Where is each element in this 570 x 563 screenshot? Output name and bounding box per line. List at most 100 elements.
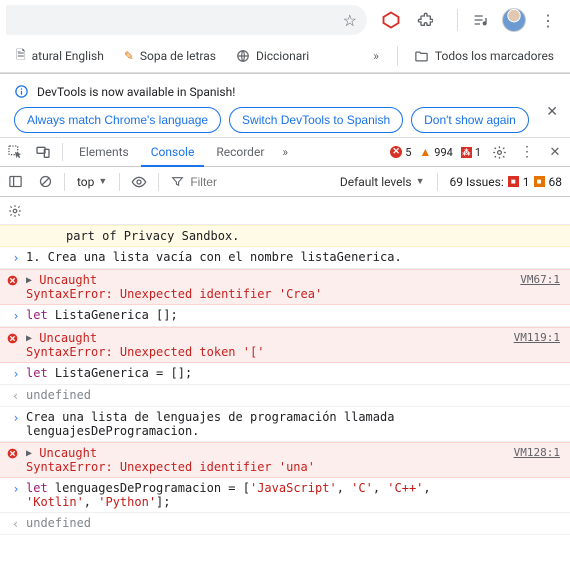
error-icon [6, 446, 26, 460]
error-dot-icon: ✕ [390, 146, 402, 158]
tab-console[interactable]: Console [141, 137, 205, 167]
extension-counter[interactable]: ⁂ 1 [458, 146, 484, 159]
console-row[interactable]: ›let ListaGenerica []; [0, 305, 570, 327]
warning-triangle-icon: ▲ [419, 145, 431, 159]
clear-console-icon[interactable] [32, 169, 58, 195]
filter-icon [171, 175, 184, 188]
separator [457, 9, 458, 31]
source-link[interactable]: VM67:1 [520, 273, 560, 286]
expand-triangle-icon[interactable]: ▶ [26, 448, 32, 459]
more-icon[interactable]: ⋮ [514, 139, 540, 165]
tab-recorder[interactable]: Recorder [206, 137, 274, 167]
input-arrow-icon: › [6, 250, 26, 265]
extension-count: 1 [475, 146, 481, 159]
device-icon[interactable] [30, 139, 56, 165]
error-counter[interactable]: ✕ 5 [387, 146, 414, 159]
live-expression-icon[interactable] [126, 169, 152, 195]
chevron-down-icon: ▼ [416, 176, 425, 187]
issue-red-icon: ■ [508, 176, 519, 187]
star-icon[interactable]: ☆ [343, 11, 357, 30]
console-row[interactable]: part of Privacy Sandbox. [0, 225, 570, 247]
issues-button[interactable]: 69 Issues: ■ 1 ■ 68 [444, 175, 568, 189]
source-link[interactable]: VM128:1 [514, 446, 560, 459]
filter-input[interactable] [190, 175, 280, 189]
extension-badge-icon: ⁂ [461, 147, 472, 158]
all-bookmarks-button[interactable]: Todos los marcadores [406, 45, 562, 68]
console-row[interactable]: ▶ UncaughtSyntaxError: Unexpected token … [0, 327, 570, 363]
console-row[interactable]: ›Crea una lista de lenguajes de programa… [0, 407, 570, 442]
separator [158, 173, 159, 191]
issues-label: 69 Issues: [450, 175, 504, 189]
console-message: let lenguagesDeProgramacion = ['JavaScri… [26, 481, 562, 509]
console-row[interactable]: ›undefined [0, 385, 570, 407]
notice-text: DevTools is now available in Spanish! [37, 85, 235, 99]
folder-icon [414, 49, 429, 64]
error-count: 5 [405, 146, 411, 159]
levels-label: Default levels [340, 175, 412, 189]
console-message: undefined [26, 516, 562, 530]
console-row[interactable]: ›undefined [0, 513, 570, 535]
console-message: ▶ UncaughtSyntaxError: Unexpected identi… [26, 446, 562, 474]
console-message: part of Privacy Sandbox. [26, 229, 562, 243]
console-settings-icon[interactable] [2, 198, 28, 224]
console-row[interactable]: ▶ UncaughtSyntaxError: Unexpected identi… [0, 269, 570, 305]
profile-avatar[interactable] [498, 4, 530, 36]
bookmark-label: Diccionari [256, 49, 309, 63]
sidebar-toggle-icon[interactable] [2, 169, 28, 195]
separator [62, 143, 63, 161]
source-link[interactable]: VM119:1 [514, 331, 560, 344]
expand-triangle-icon[interactable]: ▶ [26, 275, 32, 286]
warning-counter[interactable]: ▲ 994 [416, 145, 455, 159]
adblock-icon[interactable] [375, 4, 407, 36]
bookmarks-overflow[interactable]: » [363, 45, 389, 67]
expand-triangle-icon[interactable]: ▶ [26, 333, 32, 344]
tabs-overflow[interactable]: » [276, 137, 294, 167]
filter-box[interactable] [165, 175, 315, 189]
console-message: ▶ UncaughtSyntaxError: Unexpected token … [26, 331, 562, 359]
context-label: top [77, 175, 94, 189]
close-icon[interactable]: ✕ [546, 104, 558, 120]
warning-count: 994 [434, 146, 453, 159]
separator [64, 173, 65, 191]
browser-toolbar: ☆ ⋮ [0, 0, 570, 40]
console-message: undefined [26, 388, 562, 402]
bookmark-label: Sopa de letras [140, 49, 216, 63]
close-devtools-icon[interactable]: ✕ [542, 139, 568, 165]
output-arrow-icon: › [6, 388, 26, 403]
inspect-icon[interactable] [2, 139, 28, 165]
chrome-menu-icon[interactable]: ⋮ [532, 4, 564, 36]
bookmark-item[interactable]: Diccionari [228, 45, 317, 67]
input-arrow-icon: › [6, 410, 26, 425]
log-levels-selector[interactable]: Default levels ▼ [334, 175, 431, 189]
devtools-panel: DevTools is now available in Spanish! Al… [0, 73, 570, 563]
console-row[interactable]: ›let ListaGenerica = []; [0, 363, 570, 385]
input-arrow-icon: › [6, 481, 26, 496]
extensions-icon[interactable] [409, 4, 441, 36]
pencil-icon: ✎ [124, 49, 134, 63]
sidepanel-music-icon[interactable] [464, 4, 496, 36]
input-arrow-icon: › [6, 308, 26, 323]
console-message: let ListaGenerica = []; [26, 366, 562, 380]
context-selector[interactable]: top ▼ [71, 175, 113, 189]
switch-language-button[interactable]: Switch DevTools to Spanish [229, 107, 403, 133]
info-icon [14, 84, 29, 99]
separator [437, 173, 438, 191]
globe-icon [236, 49, 250, 63]
issues-red-count: 1 [523, 175, 530, 189]
console-toolbar-secondary [0, 197, 570, 225]
tab-elements[interactable]: Elements [69, 137, 139, 167]
console-row[interactable]: ▶ UncaughtSyntaxError: Unexpected identi… [0, 442, 570, 478]
dont-show-again-button[interactable]: Don't show again [411, 107, 529, 133]
blank-gutter [6, 229, 26, 230]
match-language-button[interactable]: Always match Chrome's language [14, 107, 221, 133]
error-icon [6, 273, 26, 287]
error-icon [6, 331, 26, 345]
bookmark-item[interactable]: 🗎 atural English [8, 42, 112, 71]
settings-icon[interactable] [486, 139, 512, 165]
omnibox[interactable]: ☆ [6, 5, 367, 35]
chevron-down-icon: ▼ [98, 176, 107, 187]
console-row[interactable]: ›let lenguagesDeProgramacion = ['JavaScr… [0, 478, 570, 513]
separator [119, 173, 120, 191]
bookmark-item[interactable]: ✎ Sopa de letras [116, 45, 224, 67]
console-row[interactable]: ›1. Crea una lista vacía con el nombre l… [0, 247, 570, 269]
